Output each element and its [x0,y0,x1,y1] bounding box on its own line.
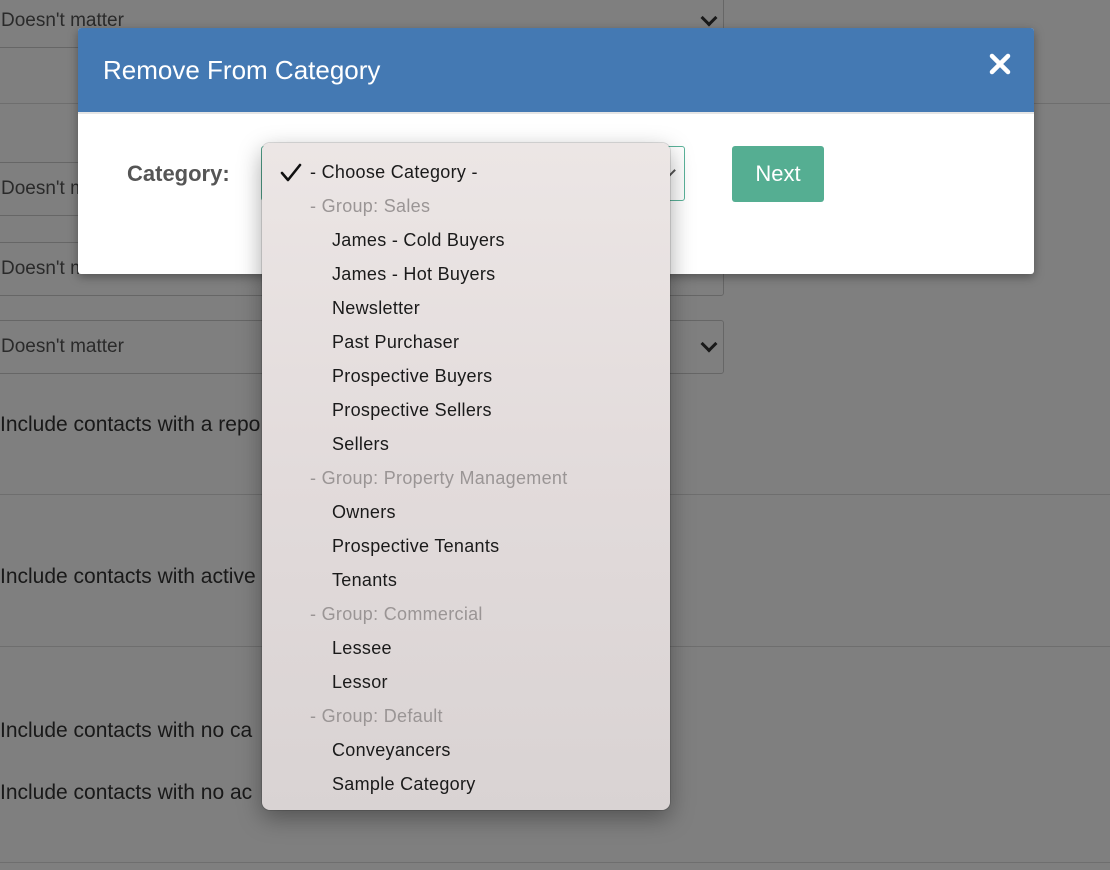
dropdown-option[interactable]: Prospective Tenants [262,529,670,563]
modal-header: Remove From Category [78,28,1034,112]
category-dropdown-list: - Choose Category - - Group: Sales James… [262,143,670,810]
dropdown-option[interactable]: Past Purchaser [262,325,670,359]
dropdown-option[interactable]: Tenants [262,563,670,597]
modal-title: Remove From Category [103,54,381,85]
dropdown-group-label: - Group: Sales [310,195,431,216]
dropdown-option[interactable]: James - Cold Buyers [262,223,670,257]
dropdown-option[interactable]: Sample Category [262,767,670,801]
dropdown-group-label: - Group: Commercial [310,603,483,624]
dropdown-option[interactable]: James - Hot Buyers [262,257,670,291]
category-label: Category: [127,161,230,186]
dropdown-option[interactable]: Sellers [262,427,670,461]
next-button[interactable]: Next [732,146,824,202]
dropdown-option[interactable]: Lessor [262,665,670,699]
dropdown-option[interactable]: Lessee [262,631,670,665]
dropdown-option[interactable]: Prospective Buyers [262,359,670,393]
checkmark-icon [280,163,302,183]
dropdown-group-label: - Group: Property Management [310,467,568,488]
dropdown-option[interactable]: Prospective Sellers [262,393,670,427]
dropdown-option[interactable]: Newsletter [262,291,670,325]
dropdown-option[interactable]: Conveyancers [262,733,670,767]
option-label: - Choose Category - [310,161,478,182]
dropdown-group-label: - Group: Default [310,705,443,726]
dropdown-option-selected[interactable]: - Choose Category - [262,155,670,189]
dropdown-option[interactable]: Owners [262,495,670,529]
close-icon[interactable] [988,52,1012,76]
